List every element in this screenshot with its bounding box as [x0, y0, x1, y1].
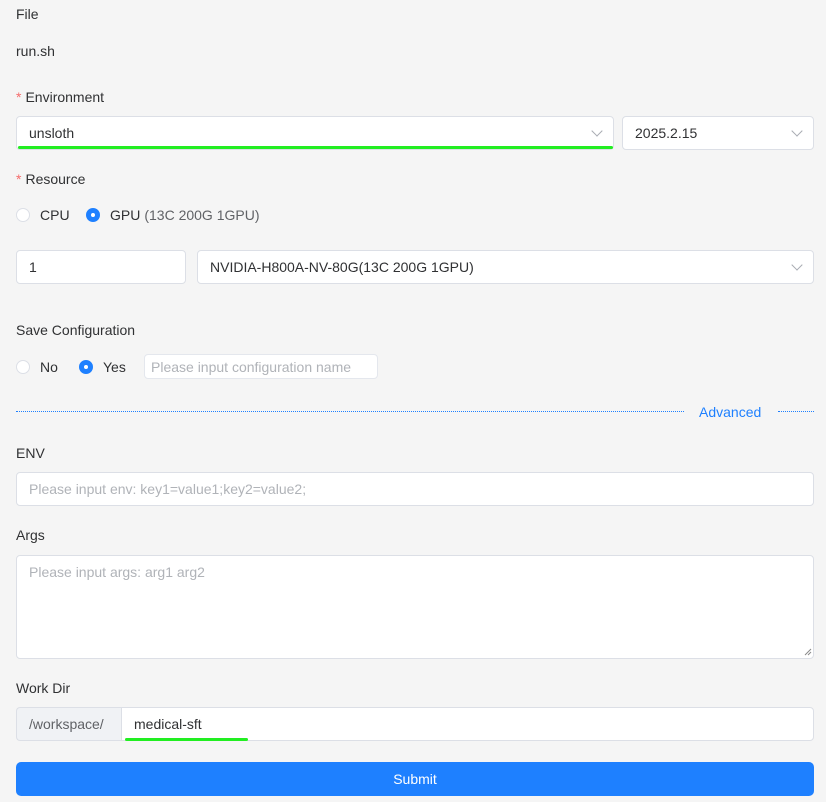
- highlight-underline: [18, 146, 613, 149]
- submit-button[interactable]: Submit: [16, 762, 814, 796]
- radio-circle: [79, 360, 93, 374]
- environment-label: * Environment: [16, 89, 104, 105]
- resource-radio-gpu[interactable]: GPU (13C 200G 1GPU): [86, 207, 260, 223]
- divider-right: [778, 411, 814, 412]
- file-name: run.sh: [16, 43, 55, 59]
- resize-handle-icon[interactable]: [804, 648, 812, 656]
- file-label: File: [16, 6, 39, 22]
- configuration-name-input[interactable]: [144, 354, 378, 379]
- resource-radio-cpu[interactable]: CPU: [16, 207, 70, 223]
- work-dir-prefix: /workspace/: [16, 707, 122, 741]
- radio-circle: [86, 208, 100, 222]
- work-dir-input[interactable]: [121, 707, 814, 741]
- radio-circle: [16, 360, 30, 374]
- gpu-type-value: NVIDIA-H800A-NV-80G(13C 200G 1GPU): [210, 259, 474, 275]
- args-label: Args: [16, 527, 45, 543]
- radio-label: No: [40, 359, 58, 375]
- radio-label: CPU: [40, 207, 70, 223]
- environment-label-text: Environment: [25, 89, 105, 105]
- radio-circle: [16, 208, 30, 222]
- radio-label: GPU: [110, 207, 141, 223]
- resource-label: * Resource: [16, 171, 85, 187]
- chevron-down-icon: [591, 125, 603, 137]
- radio-label: Yes: [103, 359, 126, 375]
- gpu-detail: (13C 200G 1GPU): [144, 207, 260, 223]
- env-input[interactable]: [16, 472, 814, 506]
- chevron-down-icon: [791, 125, 803, 137]
- resource-count-input[interactable]: [16, 250, 186, 284]
- gpu-type-select[interactable]: NVIDIA-H800A-NV-80G(13C 200G 1GPU): [197, 250, 814, 284]
- resource-label-text: Resource: [25, 171, 86, 187]
- advanced-toggle[interactable]: Advanced: [699, 404, 761, 420]
- args-textarea[interactable]: [16, 555, 814, 659]
- environment-image-select[interactable]: unsloth: [16, 116, 614, 150]
- save-config-radio-yes[interactable]: Yes: [79, 359, 126, 375]
- save-configuration-label: Save Configuration: [16, 322, 136, 338]
- divider-left: [16, 411, 684, 412]
- required-mark: *: [16, 89, 22, 105]
- chevron-down-icon: [791, 259, 803, 271]
- work-dir-label: Work Dir: [16, 680, 71, 696]
- save-config-radio-no[interactable]: No: [16, 359, 58, 375]
- environment-version-value: 2025.2.15: [635, 125, 698, 141]
- required-mark: *: [16, 171, 22, 187]
- environment-image-value: unsloth: [29, 125, 75, 141]
- env-label: ENV: [16, 445, 45, 461]
- environment-version-select[interactable]: 2025.2.15: [622, 116, 814, 150]
- highlight-underline: [125, 738, 248, 741]
